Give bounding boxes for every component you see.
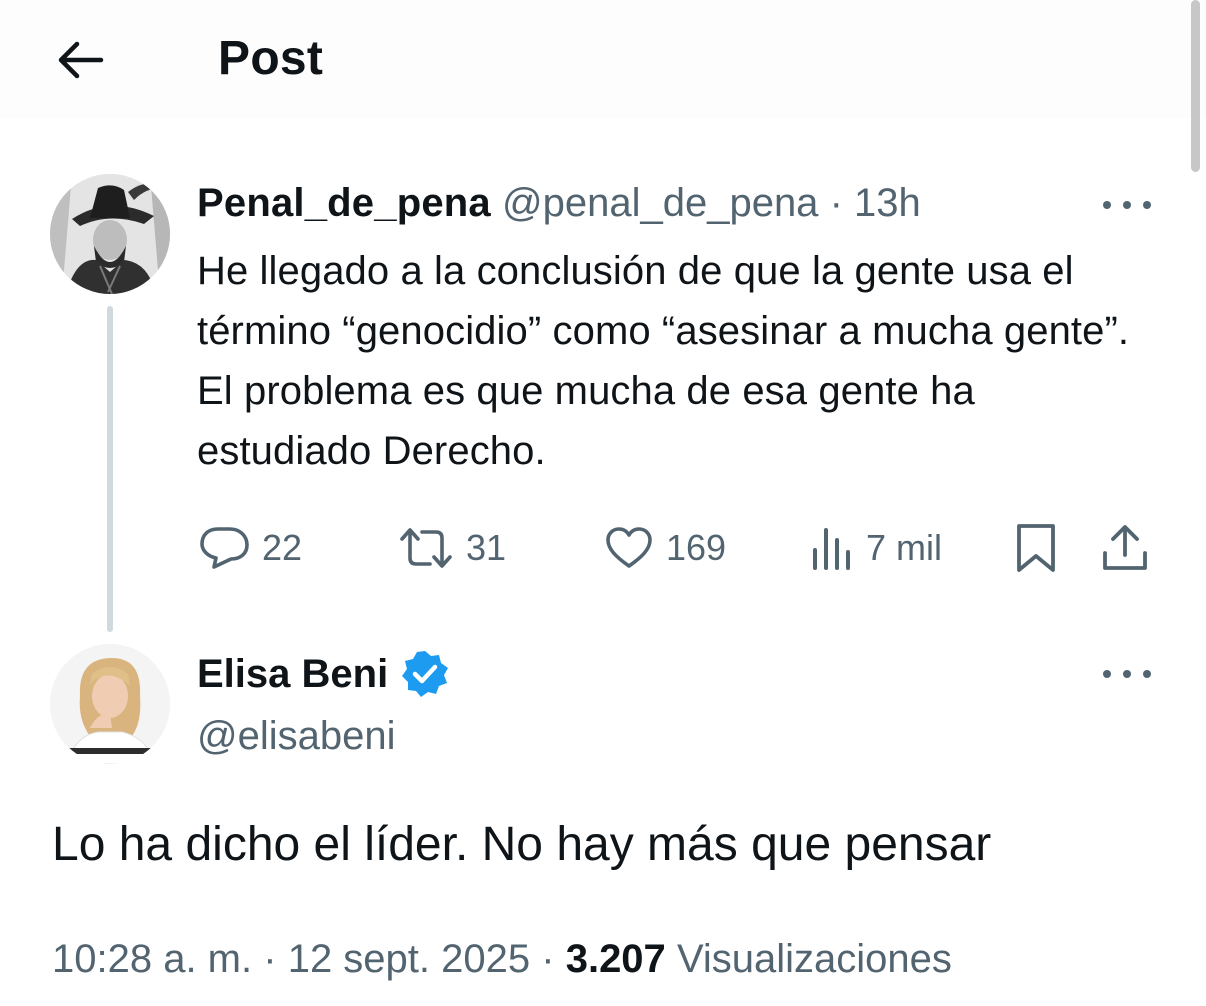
main-post-text: Lo ha dicho el líder. No hay más que pen…	[52, 818, 992, 871]
engraving-portrait-image	[50, 174, 170, 294]
post-date[interactable]: 12 sept. 2025	[288, 937, 530, 981]
back-button[interactable]	[48, 34, 112, 86]
thread-connector-line	[107, 306, 113, 632]
repost-icon	[400, 528, 452, 568]
post-time[interactable]: 10:28 a. m.	[52, 937, 252, 981]
share-icon	[1103, 525, 1147, 570]
separator-dot: ·	[541, 937, 555, 981]
repost-button[interactable]: 31	[398, 520, 506, 576]
avatar-elisa-beni[interactable]	[50, 644, 170, 764]
scrollbar[interactable]	[1191, 0, 1200, 172]
reply-button[interactable]: 22	[198, 520, 302, 576]
more-options-icon[interactable]	[1103, 195, 1151, 215]
analytics-icon	[813, 528, 850, 570]
like-count: 169	[666, 527, 727, 568]
more-options-icon[interactable]	[1103, 664, 1151, 684]
top-bar: Post	[0, 0, 1206, 118]
separator-dot: ·	[263, 937, 277, 981]
author-handle[interactable]: @penal_de_pena	[502, 181, 818, 225]
profile-photo-image	[50, 644, 170, 764]
post-time[interactable]: 13h	[854, 181, 921, 225]
share-button[interactable]	[1100, 520, 1150, 576]
views-button[interactable]: 7 mil	[808, 520, 942, 576]
reply-icon	[200, 527, 249, 569]
author-name[interactable]: Penal_de_pena	[197, 181, 491, 225]
repost-count: 31	[466, 527, 507, 568]
avatar-penal-de-pena[interactable]	[50, 174, 170, 294]
quoted-post-text: He llegado a la conclusión de que la gen…	[197, 249, 1130, 473]
page-title: Post	[218, 32, 324, 85]
like-button[interactable]: 169	[604, 520, 726, 576]
separator-dot: ·	[829, 181, 843, 225]
bookmark-button[interactable]	[1014, 520, 1058, 576]
quoted-post-header: Penal_de_pena @penal_de_pena · 13h	[197, 178, 921, 228]
author-name[interactable]: Elisa Beni	[197, 648, 388, 700]
reply-count: 22	[262, 527, 303, 568]
post-timestamp: 10:28 a. m. · 12 sept. 2025 · 3.207 Visu…	[52, 931, 952, 987]
verified-badge-icon[interactable]	[400, 649, 450, 699]
bookmark-icon	[1017, 524, 1055, 572]
views-total[interactable]: 3.207	[566, 937, 666, 981]
author-handle[interactable]: @elisabeni	[197, 710, 396, 762]
views-count: 7 mil	[866, 527, 943, 568]
views-label[interactable]: Visualizaciones	[677, 937, 952, 981]
main-post-author: Elisa Beni	[197, 648, 450, 700]
arrow-left-icon	[58, 41, 104, 79]
heart-icon	[606, 527, 652, 568]
